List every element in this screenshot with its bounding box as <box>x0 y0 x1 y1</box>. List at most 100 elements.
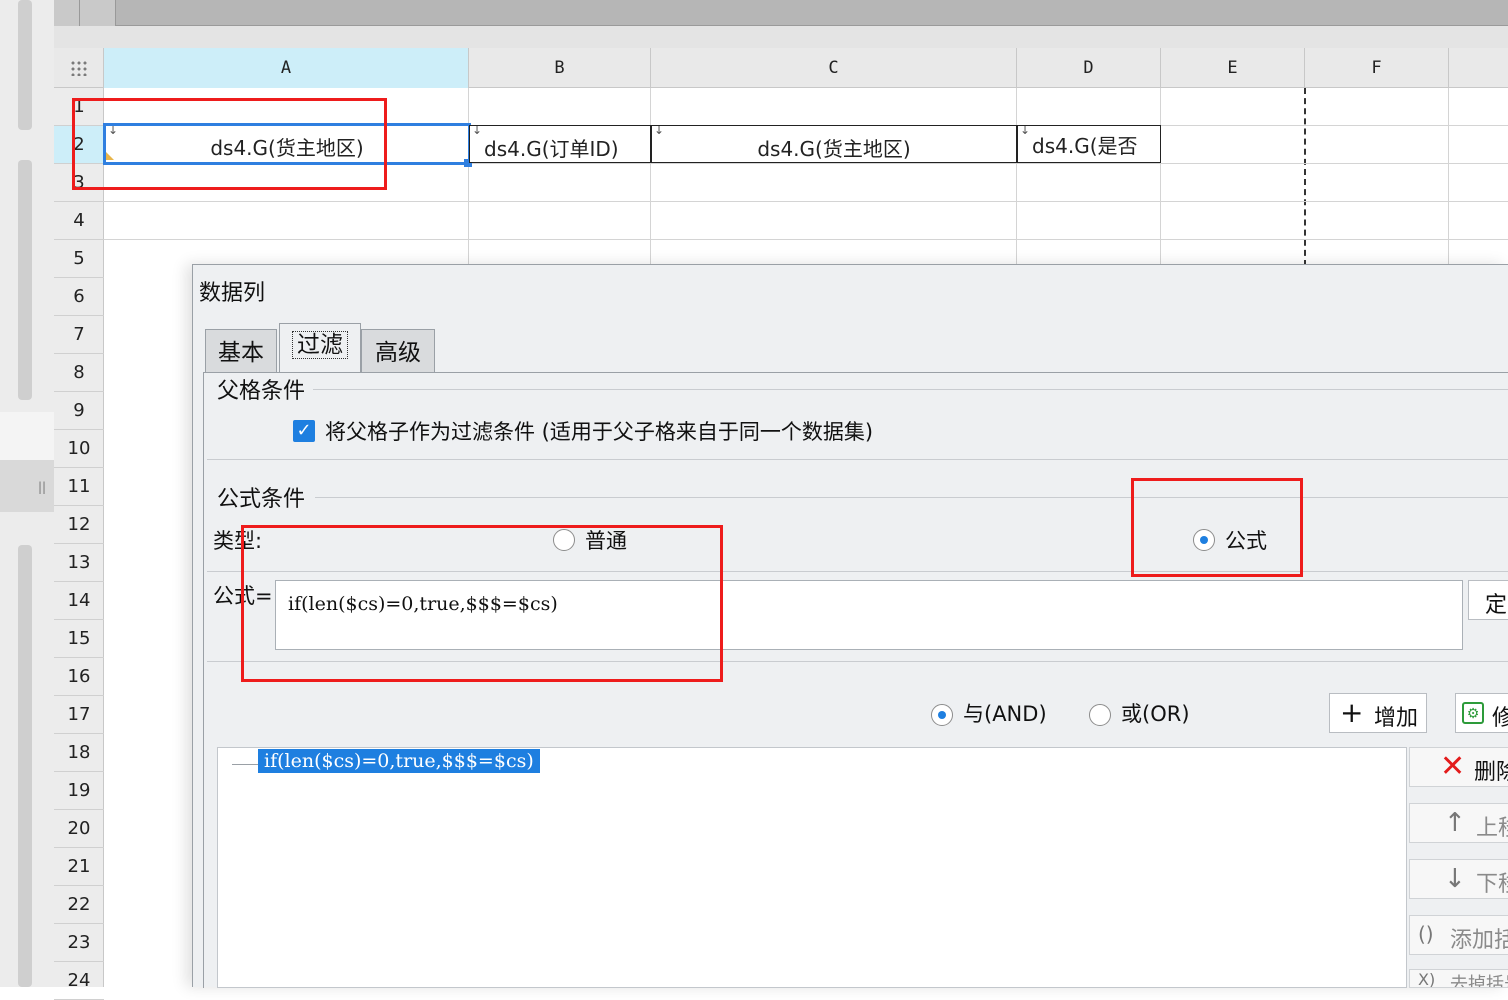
drag-handle-icon: || <box>38 480 47 494</box>
row-header[interactable]: 10 <box>54 430 104 468</box>
remove-bracket-label: 去掉括号 <box>1450 974 1508 988</box>
toolbar-cell <box>54 0 80 26</box>
radio-and[interactable] <box>931 704 953 726</box>
group-line <box>313 389 1508 390</box>
add-button-label: 增加 <box>1374 706 1419 731</box>
parent-filter-checkbox[interactable]: ✓ <box>293 420 315 442</box>
tab-advanced[interactable]: 高级 <box>361 329 435 373</box>
move-down-label: 下移 <box>1476 872 1508 897</box>
row-header[interactable]: 7 <box>54 316 104 354</box>
row-header[interactable]: 11 <box>54 468 104 506</box>
grid-line <box>104 239 1508 240</box>
grid-line <box>104 201 1508 202</box>
row-header[interactable]: 15 <box>54 620 104 658</box>
remove-bracket-icon: X) <box>1418 970 1436 988</box>
row-header[interactable]: 14 <box>54 582 104 620</box>
radio-or-label: 或(OR) <box>1121 702 1190 726</box>
expand-down-icon: ↓ <box>1020 125 1031 137</box>
row-header[interactable]: 21 <box>54 848 104 886</box>
delete-button-label: 删除 <box>1474 760 1508 785</box>
grid-line <box>1016 88 1017 268</box>
grid-line <box>650 88 651 268</box>
condition-tree-item[interactable]: if(len($cs)=0,true,$$$=$cs) <box>258 749 540 773</box>
arrow-up-icon: ↑ <box>1444 808 1466 838</box>
remove-bracket-button[interactable]: X) 去掉括号 <box>1409 969 1508 988</box>
row-header[interactable]: 20 <box>54 810 104 848</box>
add-bracket-button[interactable]: () 添加括号 <box>1409 915 1508 955</box>
side-scrollbar-top[interactable] <box>18 0 32 130</box>
grid-line <box>468 88 469 268</box>
column-header-e[interactable]: E <box>1161 48 1305 88</box>
group-line <box>207 459 1508 460</box>
bracket-icon: () <box>1418 922 1434 946</box>
highlight-box-formula-radio <box>1131 478 1303 577</box>
row-header[interactable]: 19 <box>54 772 104 810</box>
edit-gear-icon: ⚙ <box>1462 702 1484 724</box>
tab-underline <box>203 372 1508 373</box>
row-header[interactable]: 23 <box>54 924 104 962</box>
move-up-label: 上移 <box>1476 816 1508 841</box>
row-header[interactable]: 8 <box>54 354 104 392</box>
define-button[interactable]: 定 <box>1468 580 1508 620</box>
tab-filter[interactable]: 过滤 <box>279 323 361 373</box>
modify-button-label: 修 <box>1492 700 1508 732</box>
grid-dots-icon <box>70 60 88 76</box>
row-header[interactable]: 22 <box>54 886 104 924</box>
row-header[interactable]: 13 <box>54 544 104 582</box>
toolbar-band <box>54 0 1508 26</box>
highlight-box-cell <box>72 98 387 190</box>
tab-panel-border <box>203 373 204 988</box>
radio-and-label: 与(AND) <box>963 702 1047 726</box>
sheet-top-strip <box>54 26 1508 48</box>
column-header-a[interactable]: A <box>104 48 469 88</box>
add-button[interactable]: + 增加 <box>1329 693 1427 733</box>
cell-c2-text: ds4.G(货主地区) <box>757 137 911 161</box>
row-header[interactable]: 18 <box>54 734 104 772</box>
select-all-corner[interactable] <box>54 48 104 88</box>
highlight-box-formula-input <box>241 525 723 682</box>
row-header[interactable]: 16 <box>54 658 104 696</box>
row-header[interactable]: 6 <box>54 278 104 316</box>
column-header-b[interactable]: B <box>469 48 651 88</box>
toolbar-cell <box>80 0 116 26</box>
add-bracket-label: 添加括号 <box>1450 928 1508 953</box>
cell-c2[interactable]: ↓ ds4.G(货主地区) <box>651 125 1017 163</box>
arrow-down-icon: ↓ <box>1444 864 1466 894</box>
parent-condition-title: 父格条件 <box>217 373 310 405</box>
left-side-panel: || <box>0 0 54 987</box>
modify-button[interactable]: ⚙ 修 <box>1455 693 1508 733</box>
tree-connector <box>232 764 258 765</box>
cell-b2[interactable]: ↓ ds4.G(订单ID) <box>469 125 651 163</box>
side-scrollbar-mid[interactable] <box>18 160 32 400</box>
radio-or[interactable] <box>1089 704 1111 726</box>
row-header[interactable]: 17 <box>54 696 104 734</box>
grid-line <box>1160 88 1161 268</box>
row-header[interactable]: 12 <box>54 506 104 544</box>
parent-filter-label: 将父格子作为过滤条件 (适用于父子格来自于同一个数据集) <box>325 420 874 444</box>
row-header[interactable]: 9 <box>54 392 104 430</box>
column-header-f[interactable]: F <box>1305 48 1449 88</box>
cell-d2[interactable]: ↓ ds4.G(是否 <box>1017 125 1161 163</box>
dialog-title: 数据列 <box>199 281 266 306</box>
move-down-button[interactable]: ↓ 下移 <box>1409 859 1508 899</box>
row-header[interactable]: 24 <box>54 962 104 1000</box>
formula-condition-title: 公式条件 <box>217 481 310 513</box>
move-up-button[interactable]: ↑ 上移 <box>1409 803 1508 843</box>
row-header[interactable]: 5 <box>54 240 104 278</box>
column-header-d[interactable]: D <box>1017 48 1161 88</box>
column-header-c[interactable]: C <box>651 48 1017 88</box>
side-panel-section <box>0 412 54 460</box>
tab-basic[interactable]: 基本 <box>205 329 277 373</box>
grid-line <box>1448 88 1449 268</box>
delete-button[interactable]: ✕ 删除 <box>1409 747 1508 787</box>
cell-b2-text: ds4.G(订单ID) <box>484 137 619 161</box>
row-header[interactable]: 4 <box>54 202 104 240</box>
cell-d2-text: ds4.G(是否 <box>1032 134 1138 158</box>
expand-down-icon: ↓ <box>472 125 483 137</box>
side-panel-divider[interactable]: || <box>0 460 54 512</box>
condition-tree[interactable]: if(len($cs)=0,true,$$$=$cs) <box>217 747 1407 988</box>
group-line <box>315 497 1508 498</box>
tab-advanced-label: 高级 <box>375 340 421 366</box>
side-scrollbar-bottom[interactable] <box>18 545 32 987</box>
plus-icon: + <box>1340 696 1364 729</box>
